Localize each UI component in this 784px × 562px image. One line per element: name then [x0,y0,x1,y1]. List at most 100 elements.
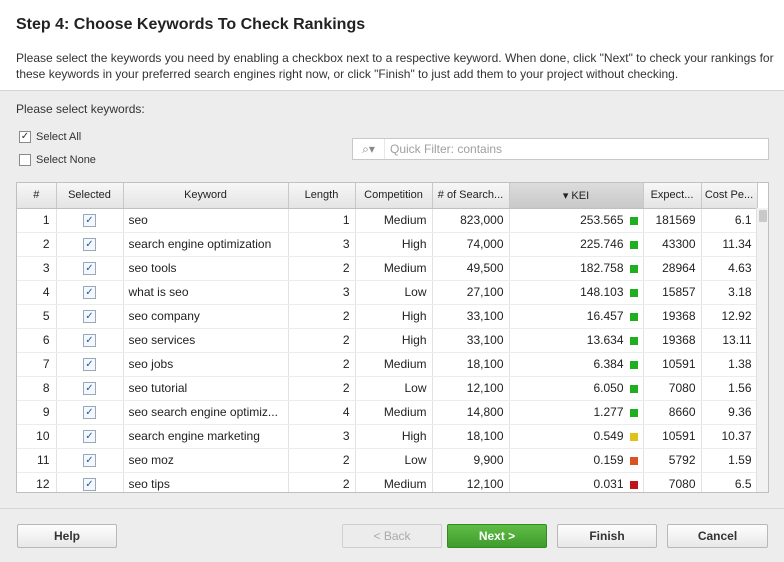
row-checkbox[interactable]: ✓ [83,286,96,300]
row-length: 2 [288,256,356,281]
table-row[interactable]: 4 ✓ what is seo 3 Low 27,100 148.103 15857 3.18 [17,280,758,305]
table-row[interactable]: 6 ✓ seo services 2 High 33,100 13.634 19368 13.1… [17,328,758,353]
row-selected-cell[interactable]: ✓ [56,256,124,281]
col-header-expected[interactable]: Expect... [643,183,702,209]
row-selected-cell[interactable]: ✓ [56,376,124,401]
kei-indicator-icon [629,240,638,249]
row-cost: 1.56 [701,376,758,401]
scrollbar-thumb[interactable] [759,210,767,222]
help-button[interactable]: Help [17,524,117,548]
row-kei-cell: 13.634 [509,328,644,353]
table-row[interactable]: 12 ✓ seo tips 2 Medium 12,100 0.031 7080 6.5 [17,472,758,492]
wizard-header: Step 4: Choose Keywords To Check Ranking… [0,0,784,91]
cancel-button[interactable]: Cancel [667,524,768,548]
col-header-length[interactable]: Length [288,183,356,209]
col-header-keyword[interactable]: Keyword [123,183,289,209]
table-row[interactable]: 2 ✓ search engine optimization 3 High 74,000 2… [17,232,758,257]
table-row[interactable]: 7 ✓ seo jobs 2 Medium 18,100 6.384 10591 1.38 [17,352,758,377]
row-checkbox[interactable]: ✓ [83,238,96,252]
kei-indicator-icon [629,480,638,489]
row-selected-cell[interactable]: ✓ [56,232,124,257]
row-selected-cell[interactable]: ✓ [56,448,124,473]
row-kei: 16.457 [586,309,624,323]
row-length: 2 [288,376,356,401]
page-title: Step 4: Choose Keywords To Check Ranking… [16,16,366,33]
row-checkbox[interactable]: ✓ [83,214,96,228]
row-searches: 12,100 [432,472,510,492]
col-header-index[interactable]: # [17,183,57,209]
row-checkbox[interactable]: ✓ [83,262,96,276]
row-length: 2 [288,352,356,377]
row-index: 12 [17,472,57,492]
table-header: # Selected Keyword Length Competition # … [17,183,758,209]
row-checkbox[interactable]: ✓ [83,310,96,324]
row-checkbox[interactable]: ✓ [83,454,96,468]
row-kei: 225.746 [580,237,624,251]
row-expected: 19368 [643,328,702,353]
row-checkbox[interactable]: ✓ [83,478,96,492]
row-length: 3 [288,232,356,257]
row-selected-cell[interactable]: ✓ [56,400,124,425]
row-kei-cell: 0.159 [509,448,644,473]
row-checkbox[interactable]: ✓ [83,382,96,396]
finish-button[interactable]: Finish [557,524,657,548]
row-searches: 18,100 [432,352,510,377]
quick-filter[interactable]: ⌕▾ [352,138,769,160]
row-selected-cell[interactable]: ✓ [56,280,124,305]
table-row[interactable]: 1 ✓ seo 1 Medium 823,000 253.565 181569 6.1 [17,208,758,233]
row-competition: Low [355,448,433,473]
next-button[interactable]: Next > [447,524,547,548]
row-checkbox[interactable]: ✓ [83,358,96,372]
row-selected-cell[interactable]: ✓ [56,424,124,449]
instructions-text: Please select the keywords you need by e… [16,51,774,81]
checkbox-checked-icon[interactable]: ✓ [19,131,31,143]
row-selected-cell[interactable]: ✓ [56,208,124,233]
row-cost: 1.59 [701,448,758,473]
kei-indicator-icon [629,312,638,321]
row-searches: 49,500 [432,256,510,281]
col-header-searches[interactable]: # of Search... [432,183,510,209]
back-button[interactable]: < Back [342,524,442,548]
vertical-scrollbar[interactable] [756,208,768,492]
select-keywords-label: Please select keywords: [16,102,145,116]
row-selected-cell[interactable]: ✓ [56,304,124,329]
row-checkbox[interactable]: ✓ [83,406,96,420]
row-kei: 0.031 [593,477,624,491]
table-row[interactable]: 3 ✓ seo tools 2 Medium 49,500 182.758 28964 4.63 [17,256,758,281]
row-keyword: seo services [123,328,289,353]
table-row[interactable]: 11 ✓ seo moz 2 Low 9,900 0.159 5792 1.59 [17,448,758,473]
row-cost: 10.37 [701,424,758,449]
table-row[interactable]: 9 ✓ seo search engine optimiz... 4 Medium 14,… [17,400,758,425]
row-cost: 3.18 [701,280,758,305]
row-selected-cell[interactable]: ✓ [56,352,124,377]
row-index: 4 [17,280,57,305]
row-expected: 10591 [643,352,702,377]
row-expected: 5792 [643,448,702,473]
row-competition: Medium [355,352,433,377]
row-index: 2 [17,232,57,257]
table-row[interactable]: 10 ✓ search engine marketing 3 High 18,100 0.5… [17,424,758,449]
row-competition: High [355,304,433,329]
row-competition: Medium [355,208,433,233]
quick-filter-input[interactable] [385,139,768,159]
table-row[interactable]: 5 ✓ seo company 2 High 33,100 16.457 19368 12.92 [17,304,758,329]
search-icon[interactable]: ⌕▾ [353,139,385,159]
row-kei-cell: 0.549 [509,424,644,449]
row-selected-cell[interactable]: ✓ [56,472,124,492]
col-header-competition[interactable]: Competition [355,183,433,209]
row-checkbox[interactable]: ✓ [83,334,96,348]
col-header-kei[interactable]: ▾ KEI [509,183,644,209]
select-none-checkbox[interactable]: Select None [19,154,96,166]
row-keyword: seo tutorial [123,376,289,401]
table-row[interactable]: 8 ✓ seo tutorial 2 Low 12,100 6.050 7080 1.56 [17,376,758,401]
row-checkbox[interactable]: ✓ [83,430,96,444]
checkbox-empty-icon[interactable] [19,154,31,166]
col-header-selected[interactable]: Selected [56,183,124,209]
row-competition: Medium [355,256,433,281]
row-kei-cell: 253.565 [509,208,644,233]
row-index: 7 [17,352,57,377]
row-selected-cell[interactable]: ✓ [56,328,124,353]
row-kei: 148.103 [580,285,624,299]
col-header-cost[interactable]: Cost Pe... [701,183,758,209]
select-all-checkbox[interactable]: ✓ Select All [19,131,81,143]
